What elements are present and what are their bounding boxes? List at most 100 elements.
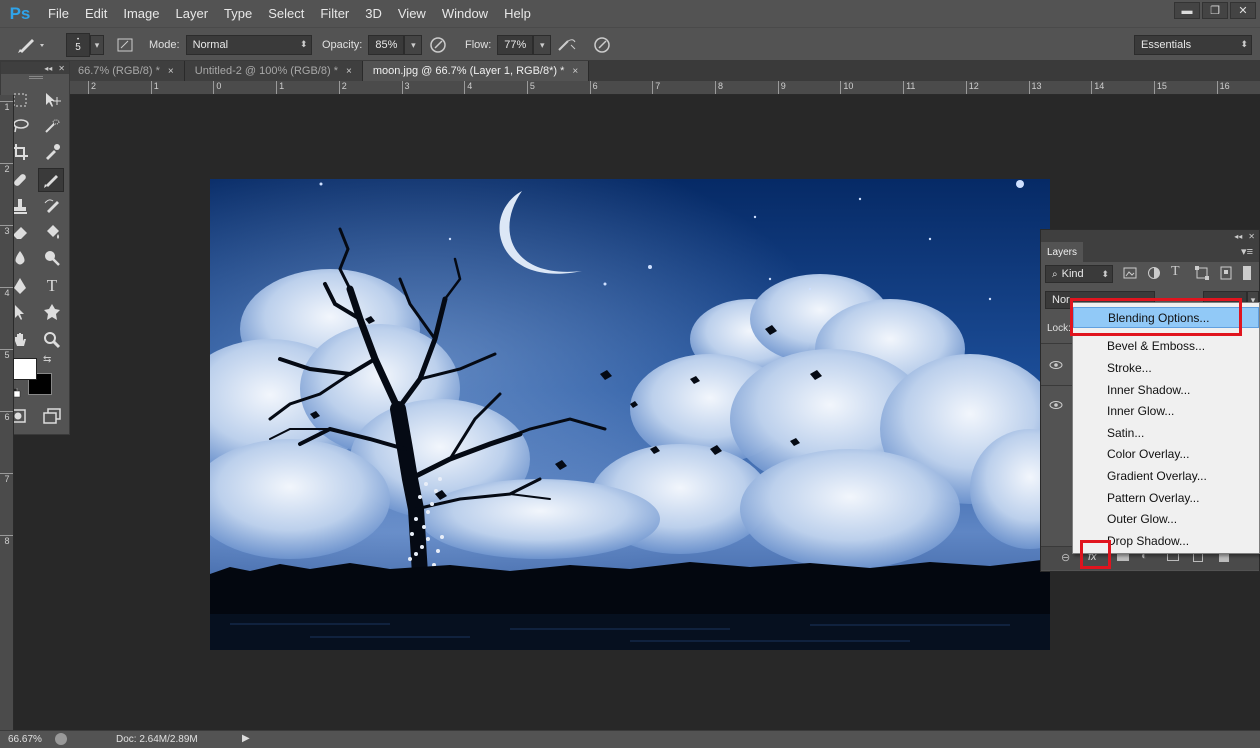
workspace-value: Essentials — [1141, 39, 1192, 51]
close-tab-icon[interactable]: × — [572, 66, 578, 77]
flow-input[interactable]: 77% — [497, 35, 534, 55]
vertical-ruler: 1 2 3 4 5 6 7 8 — [0, 95, 14, 730]
shape-tool-icon[interactable] — [39, 300, 65, 324]
tab-layers[interactable]: Layers — [1041, 242, 1084, 262]
menu-type[interactable]: Type — [216, 0, 260, 27]
menu-window[interactable]: Window — [434, 0, 496, 27]
close-button[interactable]: ✕ — [1230, 2, 1256, 19]
brush-panel-toggle[interactable] — [116, 28, 134, 62]
pressure-size-toggle[interactable] — [592, 28, 612, 62]
layer-row-1-visibility[interactable] — [1041, 343, 1073, 385]
layer-row-2-visibility[interactable] — [1041, 385, 1073, 427]
filter-type-icon[interactable]: T — [1171, 264, 1180, 280]
tab-moon-jpg[interactable]: moon.jpg @ 66.7% (Layer 1, RGB/8*) * × — [362, 61, 590, 81]
opacity-input[interactable]: 85% — [368, 35, 405, 55]
history-brush-tool-icon[interactable] — [39, 194, 65, 218]
airbrush-toggle[interactable] — [556, 28, 578, 62]
ruler-tick-label: 3 — [0, 225, 13, 236]
filter-shape-icon[interactable] — [1195, 266, 1209, 283]
type-tool-icon[interactable]: T — [39, 274, 65, 298]
foreground-color-swatch[interactable] — [13, 358, 37, 380]
menu-help[interactable]: Help — [496, 0, 539, 27]
collapse-icon[interactable]: ◂◂ — [44, 64, 52, 73]
collapse-icon[interactable]: ◂◂ — [1234, 232, 1242, 241]
brush-tool-icon[interactable] — [38, 168, 64, 192]
menu-filter[interactable]: Filter — [312, 0, 357, 27]
quick-selection-tool-icon[interactable] — [39, 114, 65, 138]
paint-bucket-tool-icon[interactable] — [39, 220, 65, 244]
menu-edit[interactable]: Edit — [77, 0, 115, 27]
menu-item-bevel-emboss[interactable]: Bevel & Emboss... — [1073, 336, 1259, 357]
ruler-tick-label: 10 — [840, 81, 853, 94]
annotation-highlight-fx-button — [1080, 540, 1111, 569]
status-menu-arrow-icon[interactable]: ▶ — [242, 733, 250, 744]
brush-icon — [18, 39, 44, 53]
screen-mode-icon[interactable] — [39, 404, 65, 428]
link-layers-icon[interactable]: ⊖ — [1061, 551, 1070, 564]
zoom-level[interactable]: 66.67% — [8, 734, 42, 745]
layer-filter-kind[interactable]: ⌕ Kind ⬍ — [1045, 265, 1113, 283]
ruler-tick-label: 8 — [715, 81, 723, 94]
mode-select[interactable]: Normal ⬍ — [185, 35, 312, 55]
ruler-tick-label: 5 — [0, 349, 13, 360]
minimize-button[interactable]: ▬ — [1174, 2, 1200, 19]
close-icon[interactable]: ✕ — [58, 64, 65, 73]
close-tab-icon[interactable]: × — [346, 66, 352, 77]
status-info-icon[interactable] — [55, 733, 67, 745]
flow-label: Flow: — [465, 39, 492, 51]
tab-untitled-2[interactable]: Untitled-2 @ 100% (RGB/8) * × — [184, 61, 363, 81]
brush-size-value: 5 — [75, 42, 81, 53]
lock-label: Lock: — [1047, 323, 1071, 334]
close-tab-icon[interactable]: × — [168, 66, 174, 77]
ruler-tick-label: 1 — [276, 81, 284, 94]
pressure-opacity-toggle[interactable] — [428, 28, 448, 62]
tools-panel-header[interactable]: ◂◂ ✕ — [1, 62, 69, 74]
close-icon[interactable]: ✕ — [1248, 232, 1255, 241]
ruler-tick-label: 2 — [0, 163, 13, 174]
annotation-highlight-blending-options — [1070, 298, 1242, 336]
brush-tool-preset[interactable] — [14, 28, 48, 62]
menu-item-pattern-overlay[interactable]: Pattern Overlay... — [1073, 488, 1259, 509]
swap-colors-icon[interactable]: ⇆ — [43, 354, 51, 365]
pressure-opacity-icon — [430, 37, 446, 53]
ruler-tick-label: 7 — [652, 81, 660, 94]
layers-panel-header[interactable]: ◂◂ ✕ — [1041, 230, 1259, 242]
layer-style-menu: Blending Options... Bevel & Emboss... Stro… — [1072, 302, 1260, 554]
menu-item-gradient-overlay[interactable]: Gradient Overlay... — [1073, 466, 1259, 487]
brush-size-picker[interactable]: • 5 — [66, 33, 90, 57]
document-canvas[interactable] — [210, 179, 1050, 650]
filter-toggle-switch[interactable] — [1243, 266, 1251, 280]
dodge-tool-icon[interactable] — [39, 246, 65, 270]
eyedropper-tool-icon[interactable] — [39, 140, 65, 164]
filter-pixel-icon[interactable] — [1123, 266, 1137, 283]
panel-menu-icon[interactable]: ▾≡ — [1241, 245, 1253, 258]
menu-item-stroke[interactable]: Stroke... — [1073, 358, 1259, 379]
tab-document-1[interactable]: 66.7% (RGB/8) * × — [70, 61, 185, 81]
menu-item-inner-shadow[interactable]: Inner Shadow... — [1073, 380, 1259, 401]
menu-item-satin[interactable]: Satin... — [1073, 423, 1259, 444]
move-tool-icon[interactable] — [39, 88, 65, 112]
ruler-tick-label: 9 — [777, 81, 786, 94]
menu-view[interactable]: View — [390, 0, 434, 27]
menu-item-color-overlay[interactable]: Color Overlay... — [1073, 444, 1259, 465]
window-controls: ▬ ❐ ✕ — [1174, 2, 1256, 19]
flow-dropdown[interactable]: ▾ — [533, 35, 552, 55]
ruler-tick-label: 6 — [589, 81, 598, 94]
menu-file[interactable]: File — [40, 0, 77, 27]
filter-adjustment-icon[interactable] — [1147, 266, 1161, 283]
zoom-tool-icon[interactable] — [39, 328, 65, 352]
opacity-dropdown[interactable]: ▾ — [404, 35, 423, 55]
menu-3d[interactable]: 3D — [357, 0, 390, 27]
document-tabs: 66.7% (RGB/8) * × Untitled-2 @ 100% (RGB/… — [70, 61, 1260, 81]
menu-image[interactable]: Image — [115, 0, 167, 27]
menu-item-inner-glow[interactable]: Inner Glow... — [1073, 401, 1259, 422]
ruler-tick-label: 14 — [1091, 81, 1104, 94]
restore-button[interactable]: ❐ — [1202, 2, 1228, 19]
menu-select[interactable]: Select — [260, 0, 312, 27]
brush-size-dropdown[interactable]: ▾ — [90, 35, 104, 55]
flow-value: 77% — [504, 39, 527, 51]
workspace-select[interactable]: Essentials ⬍ — [1134, 35, 1252, 55]
filter-smart-object-icon[interactable] — [1219, 266, 1233, 283]
menu-layer[interactable]: Layer — [168, 0, 217, 27]
menu-item-outer-glow[interactable]: Outer Glow... — [1073, 509, 1259, 530]
